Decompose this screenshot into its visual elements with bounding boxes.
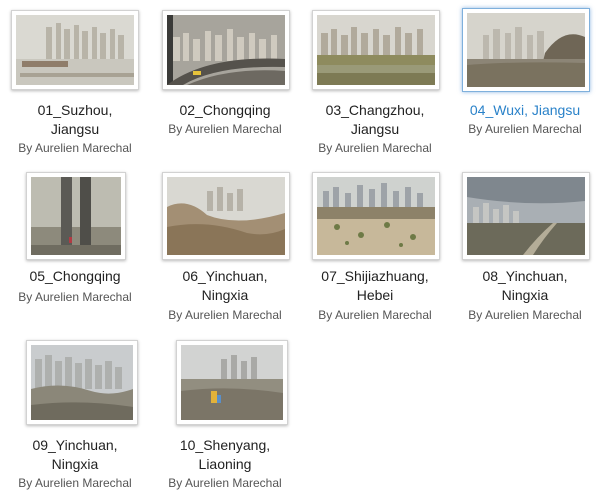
thumbnail-10[interactable] xyxy=(176,340,288,425)
item-title-line1: 08_Yinchuan, xyxy=(482,268,568,284)
item-byline: By Aurelien Marechal xyxy=(168,476,282,490)
item-title-line1: 02_Chongqing xyxy=(179,102,271,118)
item-byline: By Aurelien Marechal xyxy=(318,141,432,155)
photo-chongqing-highway xyxy=(167,15,285,85)
item-title[interactable]: 02_Chongqing xyxy=(150,101,300,120)
thumbnail-07[interactable] xyxy=(312,172,440,260)
item-byline: By Aurelien Marechal xyxy=(168,122,282,136)
item-title-line2: Hebei xyxy=(356,287,394,303)
item-title-line1: 04_Wuxi, Jiangsu xyxy=(469,102,581,118)
item-title-line2: Ningxia xyxy=(51,456,99,472)
thumbnail-04[interactable] xyxy=(462,8,590,92)
photo-shenyang xyxy=(181,345,283,420)
item-byline: By Aurelien Marechal xyxy=(18,290,132,304)
item-title-line1: 01_Suzhou, xyxy=(37,102,113,118)
item-title[interactable]: 03_Changzhou, Jiangsu xyxy=(300,101,450,139)
item-title[interactable]: 06_Yinchuan, Ningxia xyxy=(150,267,300,305)
item-title[interactable]: 01_Suzhou, Jiangsu xyxy=(0,101,150,139)
thumbnail-09[interactable] xyxy=(26,340,138,425)
item-title-line1: 10_Shenyang, xyxy=(179,437,271,453)
photo-yinchuan-path xyxy=(467,177,585,255)
item-title[interactable]: 10_Shenyang, Liaoning xyxy=(150,436,300,474)
item-byline: By Aurelien Marechal xyxy=(18,476,132,490)
thumbnail-08[interactable] xyxy=(462,172,590,260)
photo-wuxi xyxy=(467,13,585,87)
photo-yinchuan-towers xyxy=(31,345,133,420)
thumbnail-06[interactable] xyxy=(162,172,290,260)
item-title-line2: Liaoning xyxy=(198,456,252,472)
item-title-line1: 05_Chongqing xyxy=(29,268,121,284)
photo-chongqing-pillars xyxy=(31,177,121,255)
item-byline: By Aurelien Marechal xyxy=(468,308,582,322)
photo-shijiazhuang xyxy=(317,177,435,255)
item-title-line1: 06_Yinchuan, xyxy=(182,268,268,284)
item-title[interactable]: 05_Chongqing xyxy=(0,267,150,286)
item-title-line1: 07_Shijiazhuang, xyxy=(321,268,429,284)
item-title[interactable]: 04_Wuxi, Jiangsu xyxy=(450,101,600,120)
item-title-line2: Ningxia xyxy=(201,287,249,303)
item-title[interactable]: 09_Yinchuan, Ningxia xyxy=(0,436,150,474)
thumbnail-05[interactable] xyxy=(26,172,126,260)
item-title[interactable]: 07_Shijiazhuang, Hebei xyxy=(300,267,450,305)
item-title[interactable]: 08_Yinchuan, Ningxia xyxy=(450,267,600,305)
thumbnail-03[interactable] xyxy=(312,10,440,90)
item-byline: By Aurelien Marechal xyxy=(18,141,132,155)
photo-changzhou xyxy=(317,15,435,85)
item-title-line1: 03_Changzhou, xyxy=(325,102,425,118)
item-byline: By Aurelien Marechal xyxy=(168,308,282,322)
item-title-line1: 09_Yinchuan, xyxy=(32,437,118,453)
thumbnail-01[interactable] xyxy=(11,10,139,90)
photo-yinchuan-rubble xyxy=(167,177,285,255)
thumbnail-02[interactable] xyxy=(162,10,290,90)
item-byline: By Aurelien Marechal xyxy=(318,308,432,322)
item-title-line2: Ningxia xyxy=(501,287,549,303)
item-byline: By Aurelien Marechal xyxy=(468,122,582,136)
item-title-line2: Jiangsu xyxy=(50,121,100,137)
item-title-line2: Jiangsu xyxy=(350,121,400,137)
photo-suzhou xyxy=(16,15,134,85)
